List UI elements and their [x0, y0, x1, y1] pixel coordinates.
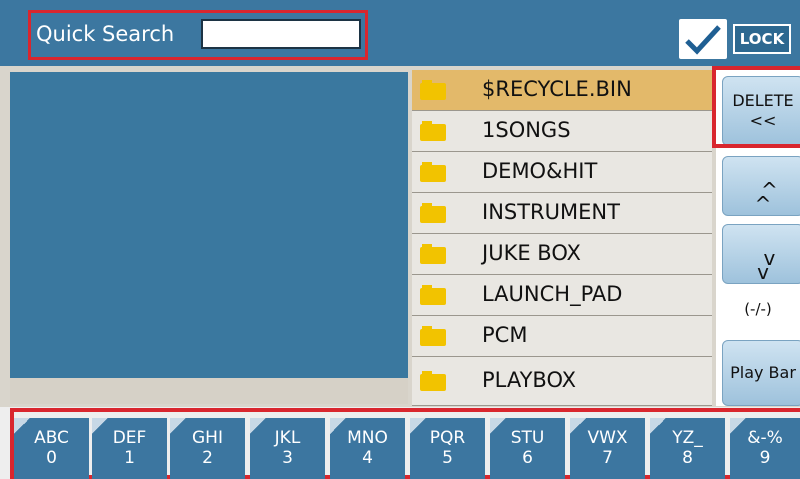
- file-name: 1SONGS: [482, 118, 571, 142]
- folder-icon: [420, 162, 446, 182]
- preview-panel: [10, 72, 408, 378]
- key-def[interactable]: DEF 1: [92, 418, 167, 479]
- delete-highlight-frame: [712, 66, 800, 148]
- key-symbols[interactable]: &-% 9: [730, 418, 800, 479]
- file-name: $RECYCLE.BIN: [482, 77, 632, 101]
- folder-icon: [420, 285, 446, 305]
- key-yz[interactable]: YZ_ 8: [650, 418, 725, 479]
- file-row[interactable]: $RECYCLE.BIN: [412, 70, 712, 111]
- folder-icon: [420, 326, 446, 346]
- key-stu[interactable]: STU 6: [490, 418, 565, 479]
- key-jkl[interactable]: JKL 3: [250, 418, 325, 479]
- file-name: INSTRUMENT: [482, 200, 620, 224]
- lock-checkbox[interactable]: [679, 19, 727, 59]
- file-row[interactable]: JUKE BOX: [412, 234, 712, 275]
- scroll-up-button[interactable]: ^ ^: [722, 156, 800, 216]
- key-ghi[interactable]: GHI 2: [170, 418, 245, 479]
- key-abc[interactable]: ABC 0: [14, 418, 89, 479]
- folder-icon: [420, 80, 446, 100]
- quick-search-label: Quick Search: [36, 22, 175, 46]
- quick-search-input[interactable]: [201, 19, 361, 49]
- file-name: PCM: [482, 323, 528, 347]
- lock-button[interactable]: LOCK: [733, 24, 791, 54]
- preview-footer: [10, 378, 408, 404]
- folder-icon: [420, 244, 446, 264]
- chevron-up-icon: ^ ^: [754, 178, 778, 216]
- file-row[interactable]: INSTRUMENT: [412, 193, 712, 234]
- chevron-down-icon: v v: [757, 246, 776, 284]
- file-row[interactable]: LAUNCH_PAD: [412, 275, 712, 316]
- play-bar-button[interactable]: Play Bar: [722, 340, 800, 406]
- file-row[interactable]: 1SONGS: [412, 111, 712, 152]
- file-row[interactable]: PLAYBOX: [412, 357, 712, 406]
- scroll-down-button[interactable]: v v: [722, 224, 800, 284]
- key-vwx[interactable]: VWX 7: [570, 418, 645, 479]
- file-name: JUKE BOX: [482, 241, 581, 265]
- file-list: $RECYCLE.BIN 1SONGS DEMO&HIT INSTRUMENT …: [412, 70, 712, 406]
- page-indicator: (-/-): [744, 300, 772, 318]
- key-mno[interactable]: MNO 4: [330, 418, 405, 479]
- play-bar-label: Play Bar: [730, 363, 796, 382]
- check-icon: [685, 25, 721, 55]
- file-name: DEMO&HIT: [482, 159, 598, 183]
- file-name: LAUNCH_PAD: [482, 282, 623, 306]
- file-row[interactable]: PCM: [412, 316, 712, 357]
- file-name: PLAYBOX: [482, 368, 577, 392]
- key-pqr[interactable]: PQR 5: [410, 418, 485, 479]
- folder-icon: [420, 203, 446, 223]
- folder-icon: [420, 121, 446, 141]
- folder-icon: [420, 371, 446, 391]
- file-row[interactable]: DEMO&HIT: [412, 152, 712, 193]
